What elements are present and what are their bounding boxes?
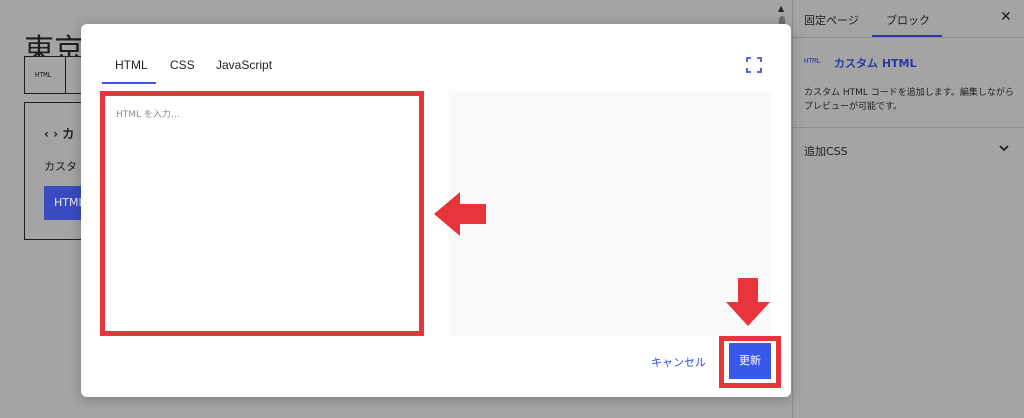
tab-html[interactable]: HTML — [115, 58, 148, 72]
cancel-button[interactable]: キャンセル — [651, 354, 706, 370]
close-icon[interactable]: ✕ — [1000, 9, 1012, 25]
block-description: カスタム HTML コードを追加します。編集しながらプレビューが可能です。 — [804, 88, 1014, 112]
tab-javascript[interactable]: JavaScript — [216, 58, 272, 72]
editor-placeholder: HTML を入力… — [116, 110, 180, 120]
tab-block[interactable]: ブロック — [886, 12, 930, 28]
block-edit-button[interactable]: HTML — [44, 186, 85, 220]
arrow-down-icon — [726, 278, 770, 326]
update-button[interactable]: 更新 — [729, 343, 771, 379]
block-text: カスタ — [44, 160, 77, 173]
block-heading: ‹ › カ — [44, 127, 75, 141]
divider — [792, 127, 1024, 128]
fullscreen-icon[interactable] — [746, 57, 762, 73]
html-block-icon: HTML — [804, 57, 821, 65]
tab-css[interactable]: CSS — [170, 58, 195, 72]
additional-css-panel[interactable]: 追加CSS — [804, 143, 848, 159]
preview-pane — [449, 91, 771, 336]
block-title: カスタム HTML — [834, 57, 917, 70]
html-code-editor[interactable] — [100, 91, 424, 336]
scroll-up-icon[interactable]: ▲ — [778, 4, 784, 13]
active-tab-indicator — [102, 82, 156, 84]
divider — [792, 37, 1024, 38]
block-type-label: HTML — [35, 71, 52, 79]
arrow-left-icon — [434, 192, 486, 236]
block-toolbar[interactable]: HTML — [24, 56, 82, 94]
tab-page[interactable]: 固定ページ — [804, 12, 859, 28]
chevron-down-icon[interactable] — [998, 142, 1010, 154]
toolbar-divider — [65, 57, 66, 93]
